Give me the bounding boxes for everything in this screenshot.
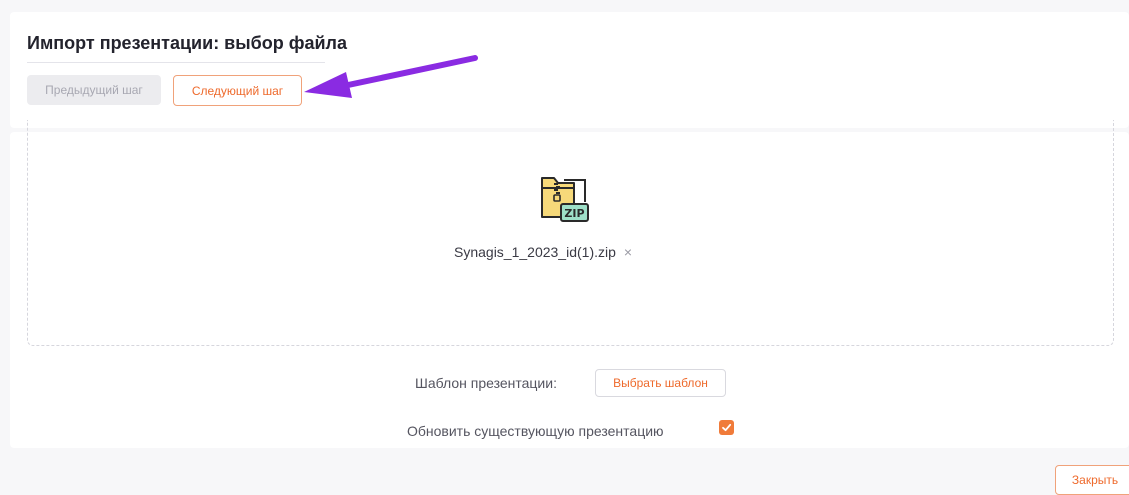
checkmark-icon [722, 423, 732, 432]
annotation-arrow-icon [304, 55, 478, 98]
update-existing-checkbox[interactable] [719, 420, 734, 435]
zip-file-icon: ZIP [541, 177, 589, 222]
close-button[interactable]: Закрыть [1055, 465, 1129, 495]
file-name: Synagis_1_2023_id(1).zip [454, 244, 616, 260]
choose-template-button[interactable]: Выбрать шаблон [595, 369, 726, 397]
zip-icon-label: ZIP [564, 207, 584, 220]
update-existing-label: Обновить существующую презентацию [407, 423, 664, 439]
uploaded-file: Synagis_1_2023_id(1).zip × [454, 244, 632, 260]
next-step-button[interactable]: Следующий шаг [173, 75, 302, 106]
title-divider [27, 62, 325, 63]
file-dropzone[interactable] [27, 120, 1114, 346]
previous-step-button[interactable]: Предыдущий шаг [27, 75, 161, 105]
page-title: Импорт презентации: выбор файла [27, 33, 348, 53]
header-panel [10, 12, 1129, 128]
remove-file-icon[interactable]: × [624, 244, 632, 260]
template-label: Шаблон презентации: [415, 375, 557, 391]
